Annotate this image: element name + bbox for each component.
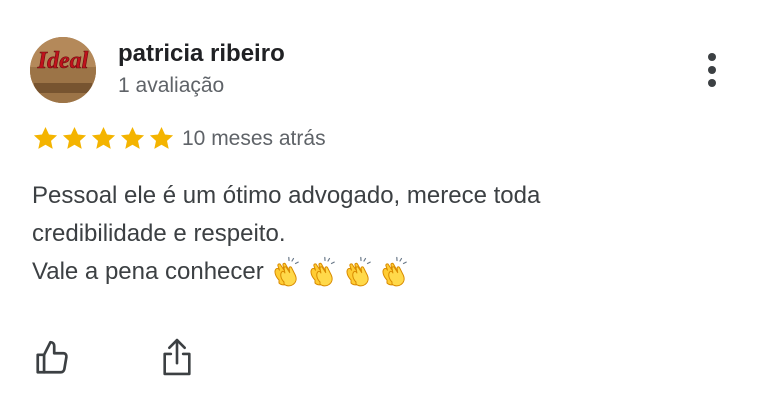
star-icon xyxy=(148,125,175,152)
star-icon xyxy=(61,125,88,152)
star-rating xyxy=(32,125,175,153)
clapping-hands-emoji-group xyxy=(270,254,414,292)
review-text-line: credibilidade e respeito. xyxy=(32,220,286,247)
review-card: Ideal patricia ribeiro 1 avaliação 10 me… xyxy=(0,0,768,412)
star-icon xyxy=(90,125,117,152)
share-icon xyxy=(163,338,191,376)
author-name[interactable]: patricia ribeiro xyxy=(118,40,285,68)
review-text-line-last: Vale a pena conhecer xyxy=(32,253,732,292)
review-text-line: Pessoal ele é um ótimo advogado, merece … xyxy=(32,182,541,209)
star-icon xyxy=(119,125,146,152)
share-button[interactable] xyxy=(160,337,194,377)
avatar[interactable]: Ideal xyxy=(30,37,96,103)
more-options-button[interactable] xyxy=(698,50,728,90)
author-review-count: 1 avaliação xyxy=(118,74,225,97)
clapping-hands-icon xyxy=(270,256,304,290)
thumbs-up-icon xyxy=(36,340,68,374)
more-vertical-icon xyxy=(708,53,716,61)
clapping-hands-icon xyxy=(306,256,340,290)
review-text: Pessoal ele é um ótimo advogado, merece … xyxy=(32,177,732,292)
avatar-logo-text: Ideal xyxy=(37,48,89,74)
clapping-hands-icon xyxy=(342,256,376,290)
more-vertical-icon-dot xyxy=(708,79,716,87)
like-button[interactable] xyxy=(33,339,71,377)
review-time: 10 meses atrás xyxy=(182,127,326,150)
more-vertical-icon-dot xyxy=(708,66,716,74)
review-text-line: Vale a pena conhecer xyxy=(32,258,264,285)
star-icon xyxy=(32,125,59,152)
clapping-hands-icon xyxy=(378,256,412,290)
